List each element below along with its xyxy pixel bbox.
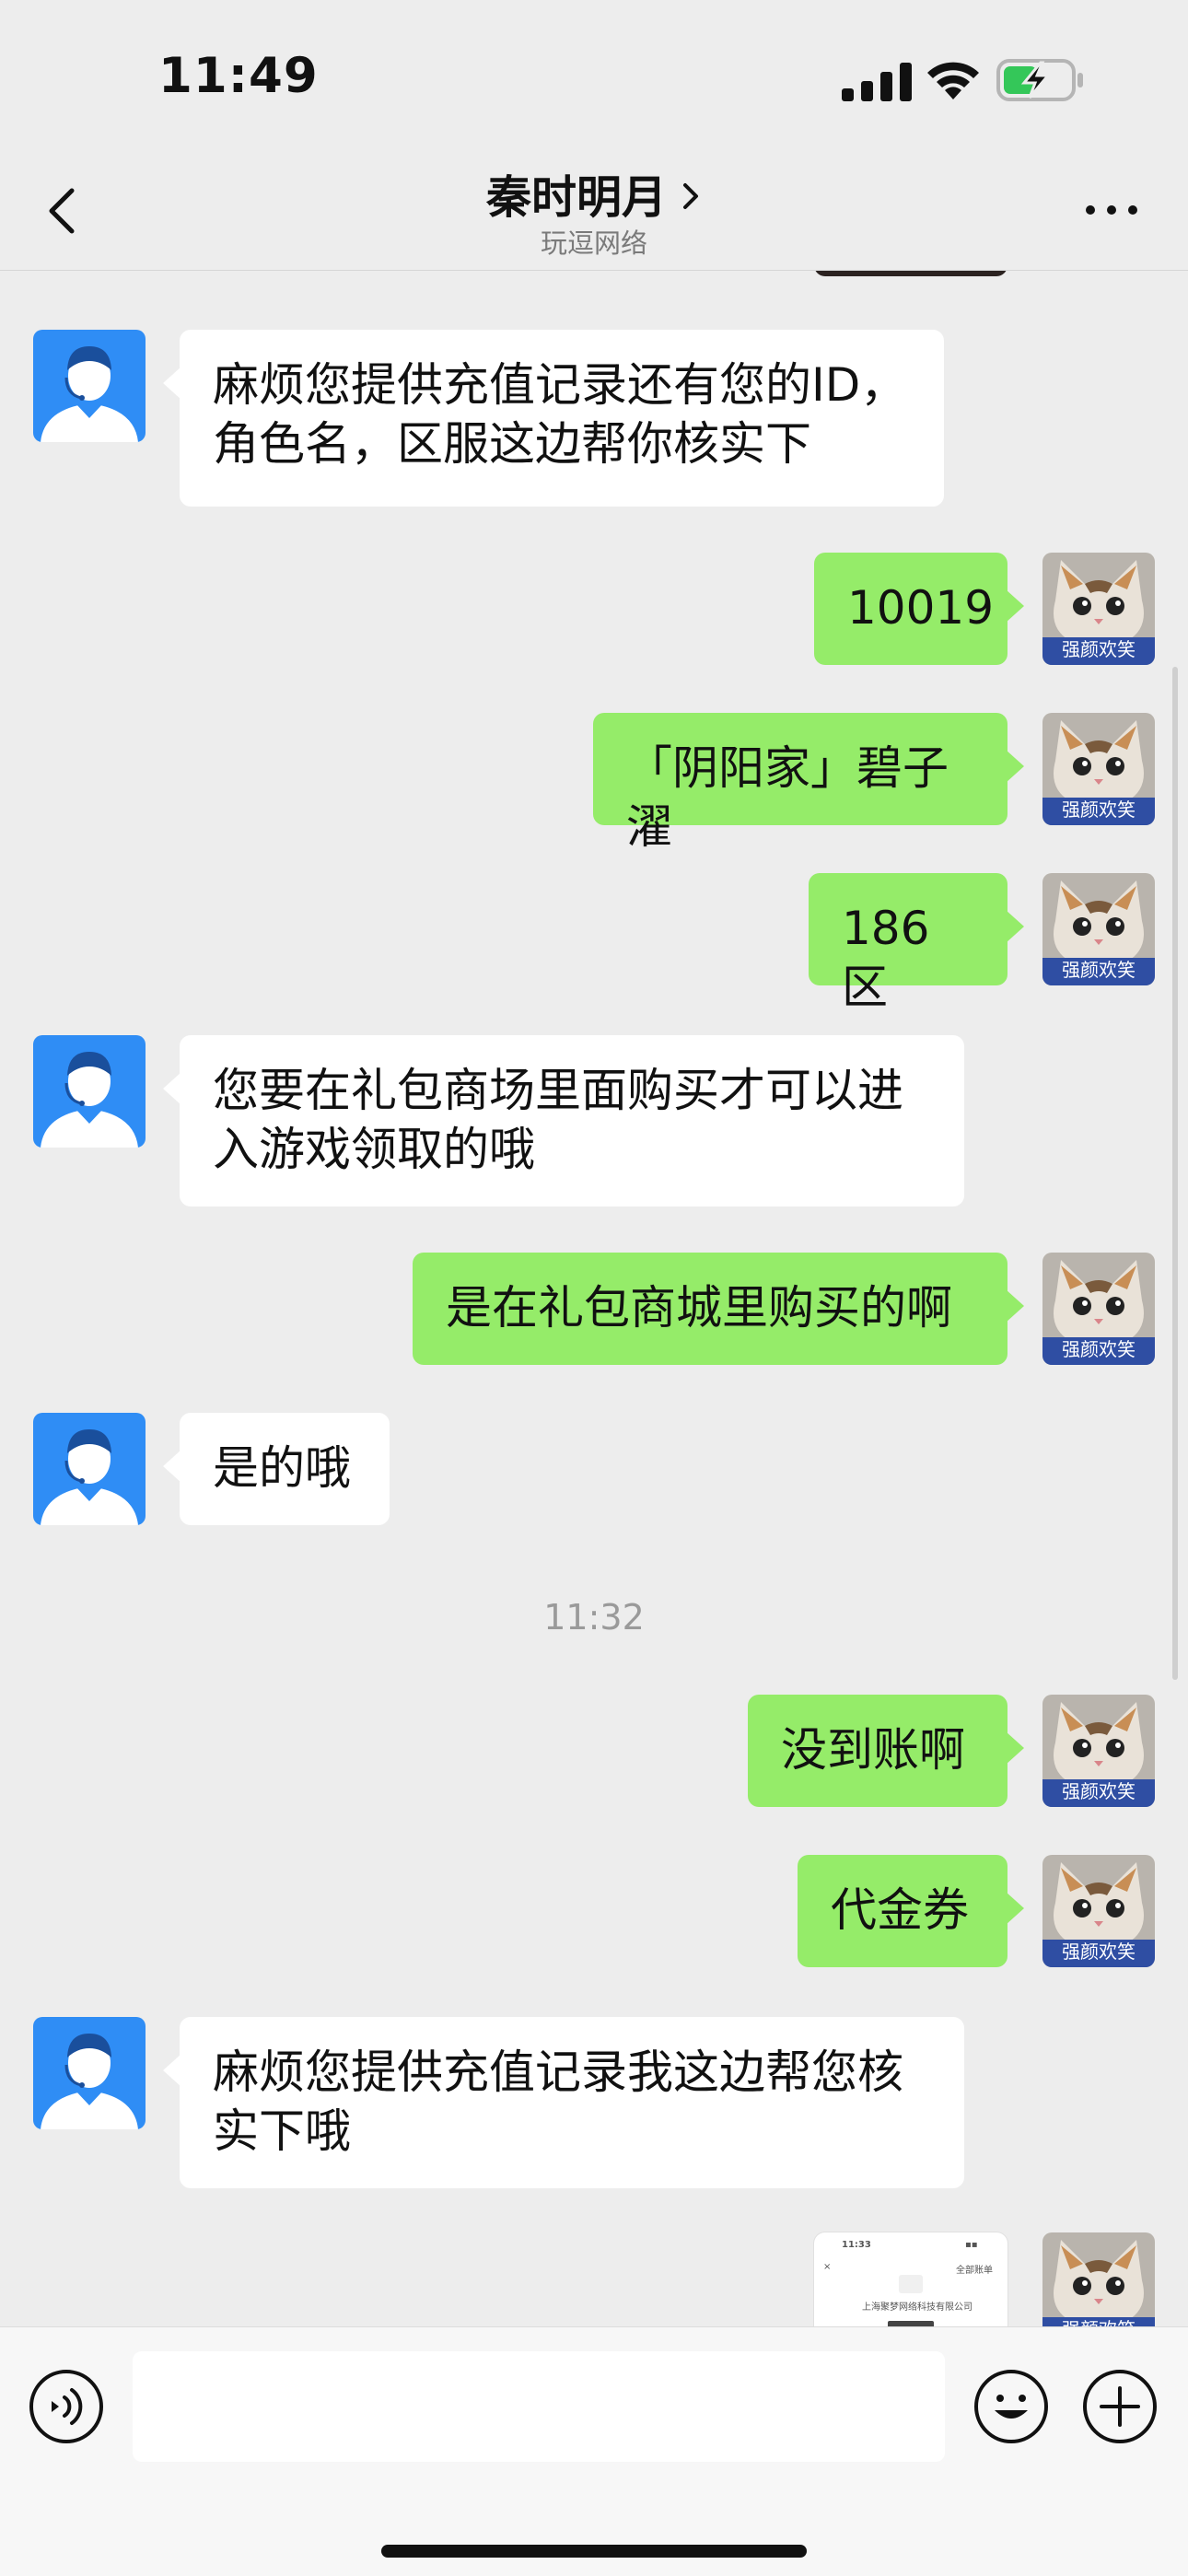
user-avatar[interactable]: 强颜欢笑 — [1042, 873, 1155, 985]
agent-avatar[interactable] — [33, 330, 146, 442]
user-avatar-caption: 强颜欢笑 — [1062, 959, 1136, 981]
signal-icon — [842, 63, 912, 101]
user-avatar-caption: 强颜欢笑 — [1062, 1941, 1136, 1963]
agent-avatar[interactable] — [33, 2017, 146, 2129]
headset-agent-icon — [33, 1413, 146, 1525]
nav-bar: 秦时明月 玩逗网络 — [0, 152, 1188, 271]
voice-icon[interactable] — [28, 2368, 105, 2445]
message-bubble[interactable]: 是在礼包商城里购买的啊 — [413, 1253, 1024, 1365]
emoji-icon[interactable] — [973, 2368, 1050, 2445]
message-bubble[interactable]: 10019 — [814, 553, 1024, 665]
message-bubble[interactable]: 没到账啊 — [748, 1695, 1024, 1807]
user-avatar[interactable]: 强颜欢笑 — [1042, 1253, 1155, 1365]
message-list[interactable]: 麻烦您提供充值记录还有您的ID， 角色名，区服这边帮你核实下 10019 强颜欢… — [0, 271, 1188, 2326]
message-bubble[interactable]: 麻烦您提供充值记录我这边帮您核 实下哦 — [163, 2017, 964, 2188]
scrollbar[interactable] — [1172, 667, 1178, 1680]
user-avatar[interactable]: 强颜欢笑 — [1042, 1695, 1155, 1807]
user-avatar[interactable]: 强颜欢笑 — [1042, 713, 1155, 825]
user-avatar[interactable]: 强颜欢笑 — [1042, 2232, 1155, 2326]
screenshot-image-message[interactable]: 11:33 ▪▪ × 全部账单 上海聚梦网络科技有限公司 — [814, 2232, 1007, 2326]
wifi-icon — [927, 62, 979, 99]
message-bubble[interactable]: 代金券 — [798, 1855, 1024, 1967]
agent-avatar[interactable] — [33, 1413, 146, 1525]
chevron-right-icon — [683, 183, 698, 209]
thumb-signal-icon: ▪▪ — [965, 2240, 978, 2250]
time-separator: 11:32 — [543, 1597, 645, 1638]
user-avatar[interactable]: 强颜欢笑 — [1042, 1855, 1155, 1967]
thumb-close-icon: × — [823, 2262, 832, 2272]
thumb-time: 11:33 — [842, 2240, 871, 2250]
user-avatar-caption: 强颜欢笑 — [1042, 2314, 1155, 2326]
user-avatar-caption: 强颜欢笑 — [1062, 1338, 1136, 1360]
message-bubble[interactable]: 186 区 — [809, 873, 1024, 1014]
input-bar — [0, 2326, 1188, 2576]
headset-agent-icon — [33, 1035, 146, 1148]
chat-title: 秦时明月 — [485, 171, 667, 224]
more-dots-icon[interactable] — [1079, 187, 1144, 233]
message-bubble[interactable]: 您要在礼包商场里面购买才可以进 入游戏领取的哦 — [163, 1035, 964, 1206]
message-bubble[interactable]: 是的哦 — [163, 1413, 390, 1525]
home-indicator[interactable] — [381, 2545, 807, 2558]
user-avatar[interactable]: 强颜欢笑 — [1042, 553, 1155, 665]
image-message-partial[interactable] — [814, 271, 1007, 276]
thumb-logo — [899, 2275, 923, 2293]
cat-avatar-image — [1042, 2232, 1155, 2326]
message-input[interactable] — [133, 2351, 945, 2462]
headset-agent-icon — [33, 2017, 146, 2129]
user-avatar-caption: 强颜欢笑 — [1062, 638, 1136, 660]
chat-subtitle: 玩逗网络 — [540, 227, 647, 259]
thumb-bills: 全部账单 — [956, 2266, 993, 2276]
message-bubble[interactable]: 麻烦您提供充值记录还有您的ID， 角色名，区服这边帮你核实下 — [163, 330, 944, 507]
plus-icon[interactable] — [1081, 2368, 1159, 2445]
status-time: 11:49 — [158, 48, 319, 104]
message-bubble[interactable]: 「阴阳家」碧子濯 — [593, 713, 1024, 854]
agent-avatar[interactable] — [33, 1035, 146, 1148]
status-bar: 11:49 — [0, 0, 1188, 152]
user-avatar-caption: 强颜欢笑 — [1062, 1780, 1136, 1802]
battery-charging-icon — [996, 59, 1083, 101]
chat-title-button[interactable]: 秦时明月 — [0, 161, 1188, 227]
thumb-company: 上海聚梦网络科技有限公司 — [862, 2302, 973, 2313]
headset-agent-icon — [33, 330, 146, 442]
user-avatar-caption: 强颜欢笑 — [1062, 798, 1136, 821]
